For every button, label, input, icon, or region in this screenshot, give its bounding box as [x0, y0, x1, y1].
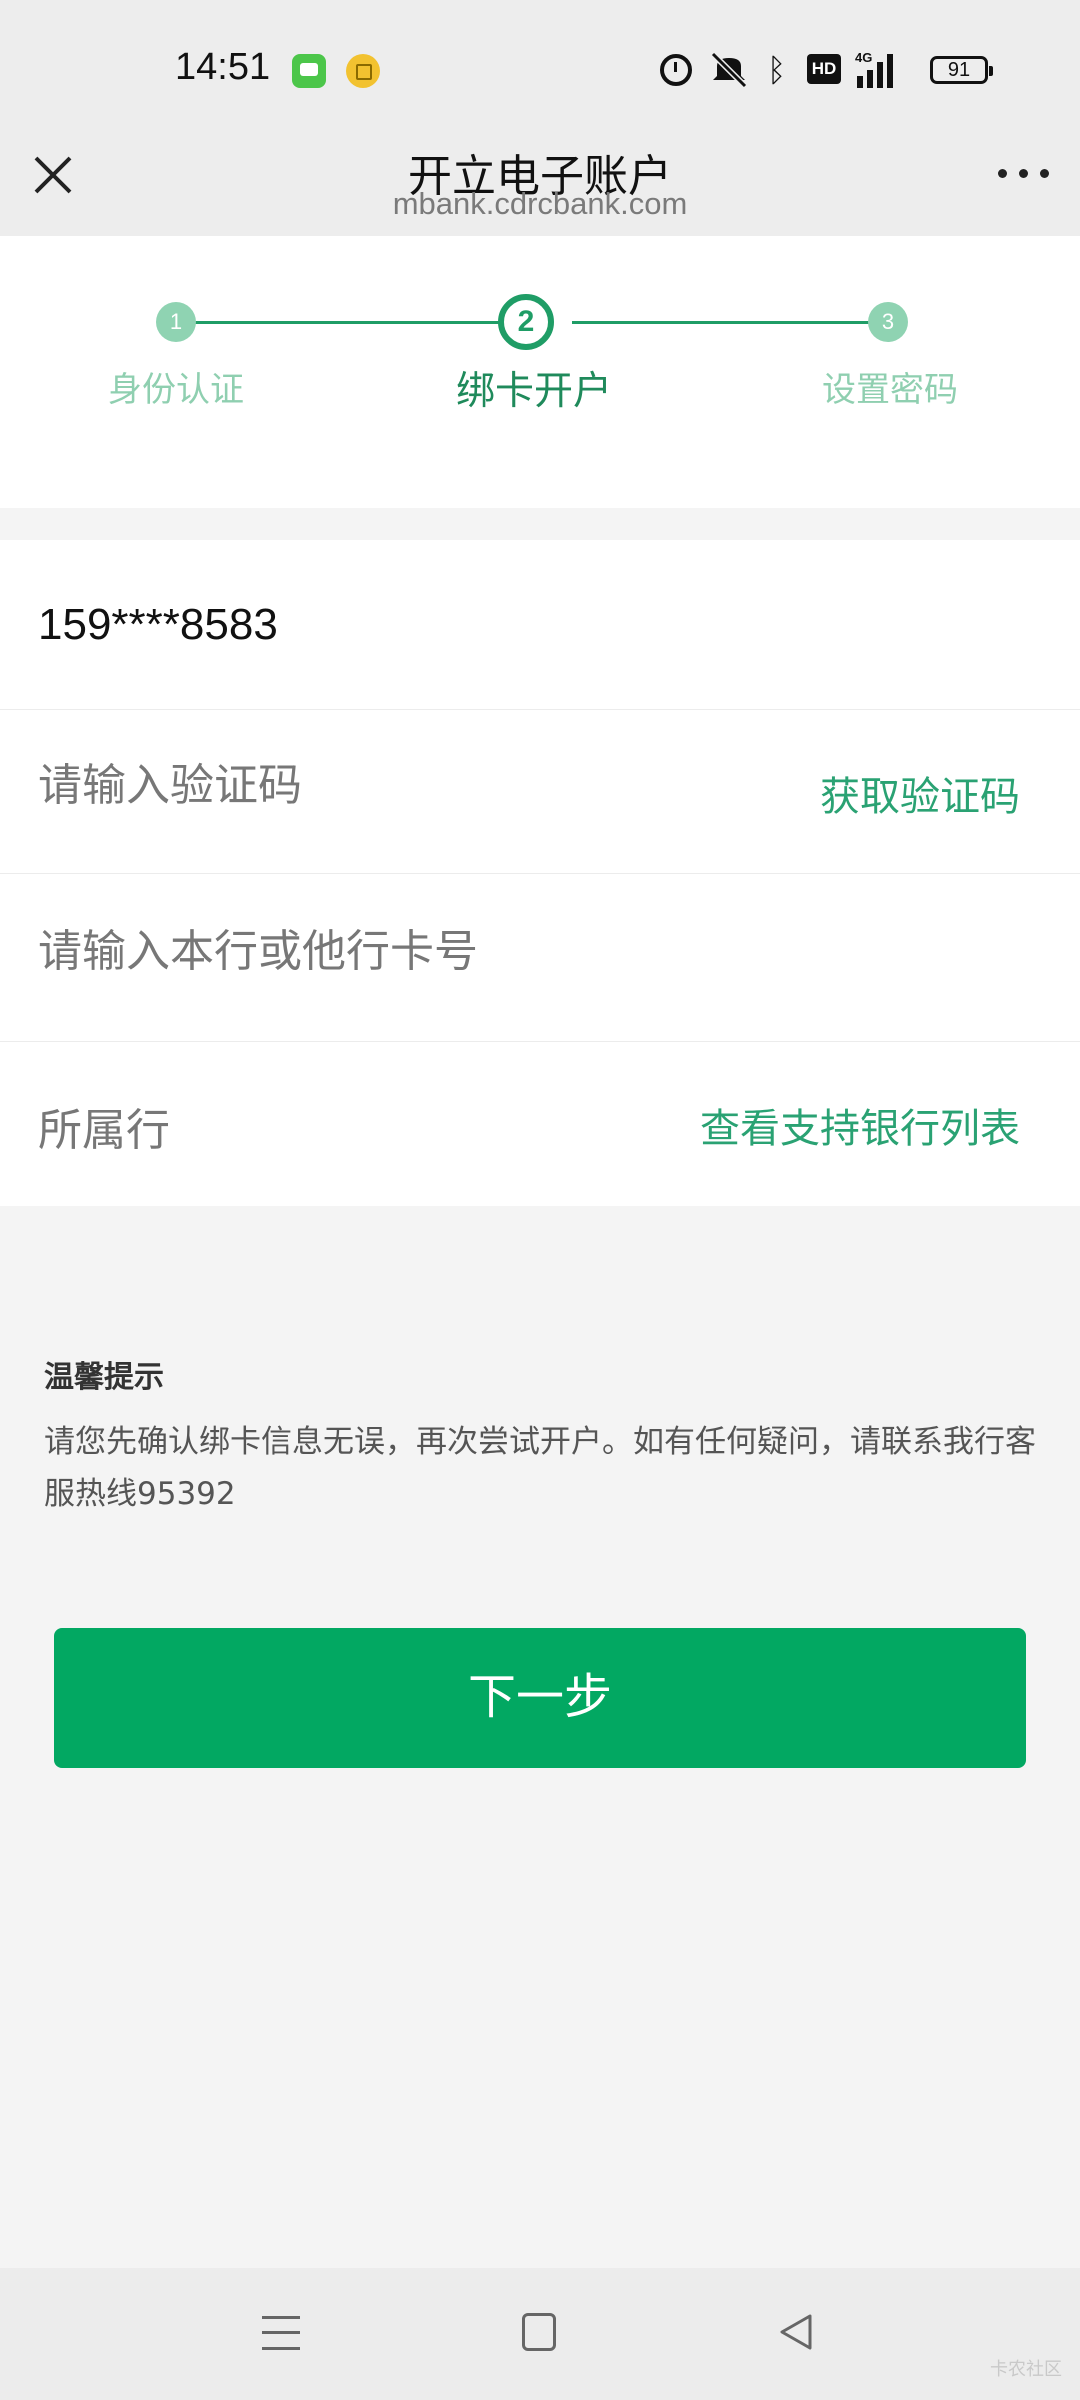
verification-code-input[interactable]	[38, 760, 738, 811]
bank-label: 所属行	[38, 1105, 170, 1156]
message-app-icon	[292, 54, 326, 88]
step-3-label: 设置密码	[822, 370, 958, 410]
home-icon[interactable]	[522, 2313, 556, 2351]
step-1-indicator: 1	[156, 302, 196, 342]
supported-banks-link[interactable]: 查看支持银行列表	[700, 1096, 1020, 1154]
step-1-label: 身份认证	[108, 370, 244, 410]
battery-icon: 91	[930, 56, 993, 84]
watermark: 卡农社区	[990, 2359, 1062, 2380]
recent-apps-icon[interactable]	[262, 2314, 300, 2352]
tips-title: 温馨提示	[44, 1360, 164, 1395]
card-number-row	[0, 874, 1080, 1042]
card-number-input[interactable]	[38, 926, 738, 977]
step-2-indicator: 2	[498, 294, 554, 350]
bluetooth-icon: ᛒ	[767, 51, 787, 89]
bind-card-form: 159****8583 获取验证码 所属行 查看支持银行列表	[0, 540, 1080, 1206]
more-icon[interactable]	[994, 152, 1054, 192]
page-url: mbank.cdrcbank.com	[392, 186, 688, 221]
network-type-label: 4G	[855, 50, 872, 65]
hd-icon: HD	[807, 54, 841, 84]
verification-code-row: 获取验证码	[0, 710, 1080, 874]
step-connector	[176, 321, 508, 324]
status-bar: 14:51 ᛒ HD 4G 91	[0, 0, 1080, 140]
bank-row: 所属行 查看支持银行列表	[0, 1042, 1080, 1206]
mute-vibrate-icon	[710, 51, 748, 89]
back-icon[interactable]	[776, 2312, 816, 2352]
phone-number: 159****8583	[38, 600, 278, 649]
tips-text: 请您先确认绑卡信息无误，再次尝试开户。如有任何疑问，请联系我行客服热线95392	[44, 1424, 1036, 1512]
phone-row: 159****8583	[0, 540, 1080, 710]
step-2-label: 绑卡开户	[455, 369, 612, 414]
progress-stepper: 1 2 3 身份认证 绑卡开户 设置密码	[0, 236, 1080, 508]
step-connector	[572, 321, 888, 324]
next-step-button[interactable]: 下一步	[54, 1628, 1026, 1768]
system-nav-bar	[0, 2268, 1080, 2400]
title-bar: 开立电子账户 mbank.cdrcbank.com	[0, 140, 1080, 236]
signal-icon: 4G	[855, 50, 893, 88]
notification-icon	[346, 54, 380, 88]
get-code-button[interactable]: 获取验证码	[820, 764, 1020, 822]
alarm-icon	[660, 54, 692, 86]
step-3-indicator: 3	[868, 302, 908, 342]
status-time: 14:51	[175, 46, 271, 88]
